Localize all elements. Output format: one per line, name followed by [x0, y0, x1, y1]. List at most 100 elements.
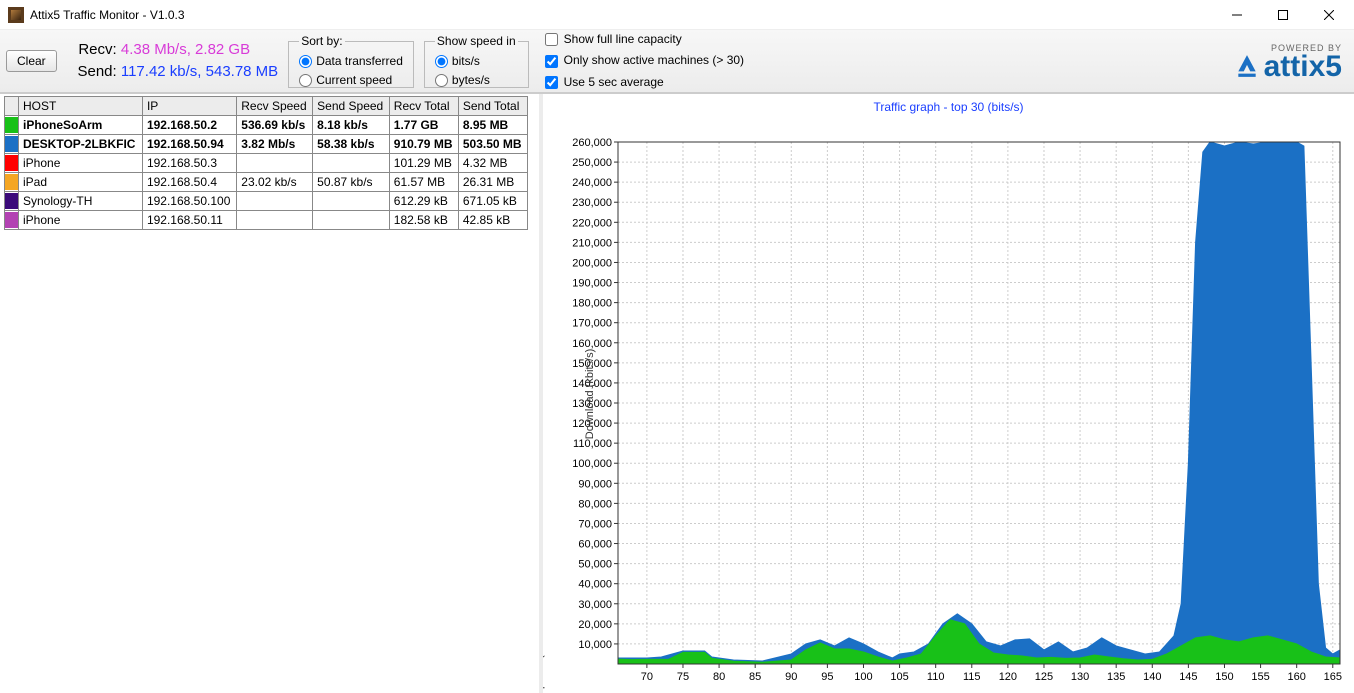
svg-text:220,000: 220,000: [572, 217, 612, 229]
chk-active-only[interactable]: Only show active machines (> 30): [545, 51, 744, 70]
speed-bits-radio-input[interactable]: [435, 55, 448, 68]
row-send-speed: [313, 192, 390, 211]
row-send-total: 26.31 MB: [458, 173, 527, 192]
row-ip: 192.168.50.4: [142, 173, 236, 192]
svg-text:250,000: 250,000: [572, 157, 612, 169]
table-row[interactable]: iPhone192.168.50.3101.29 MB4.32 MB: [5, 154, 528, 173]
speed-bits-label: bits/s: [452, 52, 480, 71]
row-host: iPhone: [19, 154, 143, 173]
svg-text:30,000: 30,000: [578, 599, 612, 611]
hosts-col-host[interactable]: HOST: [19, 97, 143, 116]
table-row[interactable]: Synology-TH192.168.50.100612.29 kB671.05…: [5, 192, 528, 211]
speed-unit-legend: Show speed in: [435, 34, 518, 48]
svg-text:75: 75: [677, 671, 689, 683]
chart-y-label-2: pload (: [543, 655, 545, 689]
svg-text:85: 85: [749, 671, 761, 683]
send-value: 117.42 kb/s, 543.78 MB: [121, 63, 278, 80]
chart-title: Traffic graph - top 30 (bits/s): [543, 94, 1354, 114]
table-row[interactable]: iPhoneSoArm192.168.50.2536.69 kb/s8.18 k…: [5, 116, 528, 135]
row-recv-total: 101.29 MB: [389, 154, 458, 173]
svg-text:200,000: 200,000: [572, 257, 612, 269]
traffic-summary: Recv: 4.38 Mb/s, 2.82 GB Send: 117.42 kb…: [67, 39, 279, 84]
row-host: Synology-TH: [19, 192, 143, 211]
options-checkboxes: Show full line capacity Only show active…: [539, 34, 744, 88]
row-ip: 192.168.50.100: [142, 192, 236, 211]
row-recv-total: 182.58 kB: [389, 211, 458, 230]
traffic-chart: 10,00020,00030,00040,00050,00060,00070,0…: [543, 114, 1350, 689]
table-row[interactable]: DESKTOP-2LBKFIC192.168.50.943.82 Mb/s58.…: [5, 135, 528, 154]
row-recv-speed: 3.82 Mb/s: [237, 135, 313, 154]
toolbar: Clear Recv: 4.38 Mb/s, 2.82 GB Send: 117…: [0, 30, 1354, 93]
svg-text:50,000: 50,000: [578, 559, 612, 571]
chk-full-capacity-label: Show full line capacity: [564, 30, 682, 49]
svg-text:10,000: 10,000: [578, 639, 612, 651]
svg-text:70,000: 70,000: [578, 518, 612, 530]
hosts-table[interactable]: HOST IP Recv Speed Send Speed Recv Total…: [4, 96, 528, 230]
brand-logo: POWERED BY attix5: [1234, 43, 1348, 80]
row-send-speed: [313, 154, 390, 173]
hosts-col-recvtotal[interactable]: Recv Total: [389, 97, 458, 116]
chart-y-label: Download (kbits/s): [584, 348, 596, 438]
svg-text:120: 120: [999, 671, 1017, 683]
svg-text:240,000: 240,000: [572, 177, 612, 189]
row-recv-speed: [237, 154, 313, 173]
sort-speed-radio-input[interactable]: [299, 74, 312, 87]
svg-text:260,000: 260,000: [572, 137, 612, 149]
sort-speed-label: Current speed: [316, 71, 392, 90]
svg-text:80,000: 80,000: [578, 498, 612, 510]
svg-text:40,000: 40,000: [578, 579, 612, 591]
hosts-col-ip[interactable]: IP: [142, 97, 236, 116]
table-row[interactable]: iPad192.168.50.423.02 kb/s50.87 kb/s61.5…: [5, 173, 528, 192]
svg-text:140: 140: [1143, 671, 1161, 683]
hosts-col-sendtotal[interactable]: Send Total: [458, 97, 527, 116]
recv-label: Recv:: [67, 39, 117, 62]
row-ip: 192.168.50.94: [142, 135, 236, 154]
row-recv-speed: [237, 192, 313, 211]
hosts-col-color[interactable]: [5, 97, 19, 116]
sort-speed-radio[interactable]: Current speed: [299, 71, 403, 90]
sort-by-group: Sort by: Data transferred Current speed: [288, 34, 414, 88]
speed-bytes-radio[interactable]: bytes/s: [435, 71, 518, 90]
chk-5sec-avg-input[interactable]: [545, 76, 558, 89]
chk-active-only-label: Only show active machines (> 30): [564, 51, 744, 70]
row-color-swatch: [5, 211, 19, 230]
svg-text:230,000: 230,000: [572, 197, 612, 209]
svg-text:110: 110: [927, 671, 945, 683]
svg-text:210,000: 210,000: [572, 237, 612, 249]
row-recv-total: 910.79 MB: [389, 135, 458, 154]
svg-text:20,000: 20,000: [578, 619, 612, 631]
hosts-col-recvspeed[interactable]: Recv Speed: [237, 97, 313, 116]
row-send-speed: 50.87 kb/s: [313, 173, 390, 192]
clear-button[interactable]: Clear: [6, 50, 57, 72]
chk-active-only-input[interactable]: [545, 55, 558, 68]
table-row[interactable]: iPhone192.168.50.11182.58 kB42.85 kB: [5, 211, 528, 230]
row-host: iPhone: [19, 211, 143, 230]
window-minimize-button[interactable]: [1214, 0, 1260, 30]
hosts-col-sendspeed[interactable]: Send Speed: [313, 97, 390, 116]
row-send-total: 671.05 kB: [458, 192, 527, 211]
svg-text:180,000: 180,000: [572, 298, 612, 310]
speed-bytes-radio-input[interactable]: [435, 74, 448, 87]
sort-data-label: Data transferred: [316, 52, 403, 71]
svg-text:95: 95: [821, 671, 833, 683]
row-send-total: 8.95 MB: [458, 116, 527, 135]
svg-text:135: 135: [1107, 671, 1125, 683]
svg-text:190,000: 190,000: [572, 278, 612, 290]
svg-text:70: 70: [641, 671, 653, 683]
chk-full-capacity[interactable]: Show full line capacity: [545, 30, 744, 49]
send-label: Send:: [67, 61, 117, 84]
svg-text:90: 90: [785, 671, 797, 683]
sort-data-radio[interactable]: Data transferred: [299, 52, 403, 71]
chk-full-capacity-input[interactable]: [545, 33, 558, 46]
window-maximize-button[interactable]: [1260, 0, 1306, 30]
speed-bytes-label: bytes/s: [452, 71, 490, 90]
window-close-button[interactable]: [1306, 0, 1352, 30]
speed-bits-radio[interactable]: bits/s: [435, 52, 518, 71]
svg-text:100: 100: [854, 671, 872, 683]
hosts-pane: HOST IP Recv Speed Send Speed Recv Total…: [0, 94, 543, 693]
chk-5sec-avg[interactable]: Use 5 sec average: [545, 73, 744, 92]
row-recv-total: 61.57 MB: [389, 173, 458, 192]
row-host: DESKTOP-2LBKFIC: [19, 135, 143, 154]
svg-text:130: 130: [1071, 671, 1089, 683]
sort-data-radio-input[interactable]: [299, 55, 312, 68]
